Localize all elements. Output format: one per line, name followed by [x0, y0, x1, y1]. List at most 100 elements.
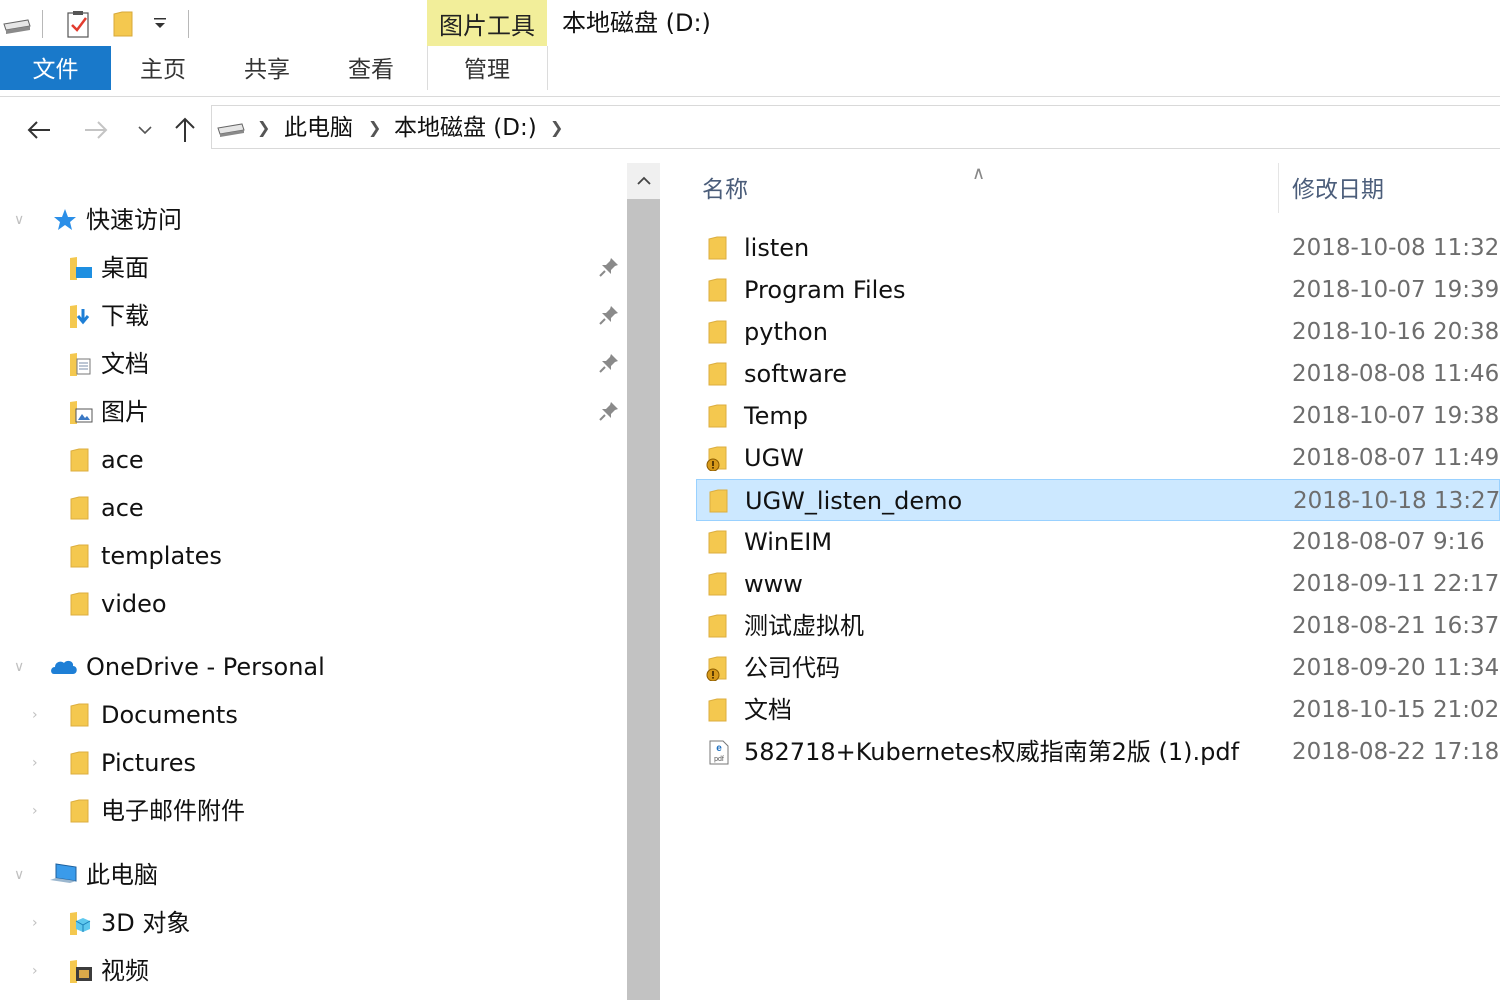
folder-icon	[708, 320, 727, 344]
nav-item-onedrive-pictures[interactable]: › Pictures	[0, 740, 627, 786]
drive-icon[interactable]	[2, 14, 32, 36]
star-icon	[54, 209, 76, 230]
navigation-pane: ∨ 快速访问 桌面 下载 文档 图片 ace ace templates vid…	[0, 163, 627, 1000]
file-row[interactable]: Program Files 2018-10-07 19:39	[696, 269, 1500, 311]
nav-item-video[interactable]: video	[0, 581, 627, 627]
file-row[interactable]: software 2018-08-08 11:46	[696, 353, 1500, 395]
tab-share[interactable]: 共享	[230, 46, 304, 90]
pin-icon[interactable]	[598, 400, 620, 422]
tab-view[interactable]: 查看	[334, 46, 408, 90]
nav-label: templates	[101, 542, 222, 570]
customize-quick-access-icon[interactable]	[152, 16, 168, 32]
forward-arrow-icon	[85, 121, 108, 139]
file-modified-date: 2018-10-07 19:39	[1292, 277, 1500, 303]
nav-item-onedrive-documents[interactable]: › Documents	[0, 692, 627, 738]
file-row[interactable]: WinEIM 2018-08-07 9:16	[696, 521, 1500, 563]
nav-label: Pictures	[101, 749, 197, 777]
column-divider[interactable]	[1278, 163, 1279, 213]
expand-chevron-icon[interactable]: ›	[32, 740, 38, 786]
folder-icon	[708, 530, 727, 554]
breadcrumb-chevron-icon[interactable]: ❯	[368, 106, 381, 150]
file-name: Temp	[744, 402, 808, 430]
file-modified-date: 2018-08-07 11:49	[1292, 445, 1500, 471]
nav-this-pc[interactable]: ∨ 此电脑	[0, 852, 627, 898]
file-row[interactable]: UGW 2018-08-07 11:49	[696, 437, 1500, 479]
folder-warning-icon	[706, 446, 727, 471]
nav-item-ace[interactable]: ace	[0, 485, 627, 531]
properties-icon[interactable]	[67, 10, 91, 38]
nav-onedrive[interactable]: ∨ OneDrive - Personal	[0, 644, 627, 690]
column-header-modified[interactable]: 修改日期	[1292, 163, 1384, 217]
expand-chevron-icon[interactable]: ›	[32, 692, 38, 738]
file-name: www	[744, 570, 803, 598]
pin-icon[interactable]	[598, 352, 620, 374]
nav-quick-access[interactable]: ∨ 快速访问	[0, 197, 627, 243]
file-row[interactable]: listen 2018-10-08 11:32	[696, 227, 1500, 269]
drive-icon	[217, 123, 245, 137]
column-header-name[interactable]: 名称	[702, 163, 748, 217]
folder-icon	[70, 544, 89, 568]
breadcrumb-drive-d[interactable]: 本地磁盘 (D:)	[394, 106, 537, 150]
folder-icon	[708, 698, 727, 722]
folder-icon	[708, 278, 727, 302]
nav-pane-scrollbar[interactable]	[627, 163, 660, 1000]
recent-locations-button[interactable]	[126, 111, 164, 149]
nav-item-3d-objects[interactable]: › 3D 对象	[0, 900, 627, 946]
expand-chevron-icon[interactable]: ›	[32, 948, 38, 994]
file-row[interactable]: 测试虚拟机 2018-08-21 16:37	[696, 605, 1500, 647]
documents-folder-icon	[70, 353, 91, 376]
breadcrumb-this-pc[interactable]: 此电脑	[284, 106, 353, 150]
file-modified-date: 2018-08-08 11:46	[1292, 361, 1500, 387]
nav-label: 3D 对象	[101, 909, 191, 937]
folder-icon	[70, 751, 89, 775]
expand-chevron-icon[interactable]: ›	[32, 900, 38, 946]
back-button[interactable]	[20, 111, 58, 149]
file-name: 测试虚拟机	[744, 612, 864, 640]
chevron-down-icon	[138, 126, 152, 135]
nav-item-ace[interactable]: ace	[0, 437, 627, 483]
nav-item-email-attachments[interactable]: › 电子邮件附件	[0, 788, 627, 834]
address-bar[interactable]: ❯ 此电脑 ❯ 本地磁盘 (D:) ❯	[211, 105, 1500, 149]
file-list: ∧ 名称 修改日期 listen 2018-10-08 11:32 Program …	[664, 163, 1500, 1000]
file-row[interactable]: 文档 2018-10-15 21:02	[696, 689, 1500, 731]
pin-icon[interactable]	[598, 256, 620, 278]
file-row[interactable]: www 2018-09-11 22:17	[696, 563, 1500, 605]
breadcrumb-chevron-icon[interactable]: ❯	[257, 106, 270, 150]
file-row[interactable]: Temp 2018-10-07 19:38	[696, 395, 1500, 437]
nav-item-videos[interactable]: › 视频	[0, 948, 627, 994]
tab-home[interactable]: 主页	[124, 46, 202, 90]
pin-icon[interactable]	[598, 304, 620, 326]
tab-file[interactable]: 文件	[0, 46, 111, 90]
file-row[interactable]: python 2018-10-16 20:38	[696, 311, 1500, 353]
collapse-chevron-icon[interactable]: ∨	[14, 644, 24, 690]
scroll-up-button[interactable]	[627, 163, 660, 199]
nav-item-pictures[interactable]: 图片	[0, 389, 627, 435]
file-row[interactable]: 公司代码 2018-09-20 11:34	[696, 647, 1500, 689]
file-row[interactable]: UGW_listen_demo 2018-10-18 13:27	[696, 479, 1500, 521]
folder-icon	[708, 362, 727, 386]
new-folder-icon[interactable]	[112, 10, 134, 38]
folder-icon	[708, 404, 727, 428]
up-button[interactable]	[166, 111, 204, 149]
downloads-folder-icon	[70, 305, 90, 328]
scroll-thumb[interactable]	[627, 199, 660, 1000]
pictures-folder-icon	[70, 401, 93, 424]
folder-icon	[70, 592, 89, 616]
file-name: 公司代码	[744, 654, 840, 682]
file-modified-date: 2018-09-20 11:34	[1292, 655, 1500, 681]
file-row[interactable]: e pdf 582718+Kubernetes权威指南第2版 (1).pdf 2018…	[696, 731, 1500, 773]
tab-manage[interactable]: 管理	[427, 46, 547, 90]
breadcrumb-chevron-icon[interactable]: ❯	[550, 106, 563, 150]
file-name: listen	[744, 234, 810, 262]
folder-icon	[708, 572, 727, 596]
chevron-up-icon	[636, 176, 651, 185]
forward-button[interactable]	[77, 111, 115, 149]
nav-item-templates[interactable]: templates	[0, 533, 627, 579]
collapse-chevron-icon[interactable]: ∨	[14, 852, 24, 898]
nav-item-desktop[interactable]: 桌面	[0, 245, 627, 291]
nav-item-downloads[interactable]: 下载	[0, 293, 627, 339]
nav-item-documents[interactable]: 文档	[0, 341, 627, 387]
expand-chevron-icon[interactable]: ›	[32, 788, 38, 834]
desktop-folder-icon	[70, 257, 92, 280]
collapse-chevron-icon[interactable]: ∨	[14, 197, 24, 243]
